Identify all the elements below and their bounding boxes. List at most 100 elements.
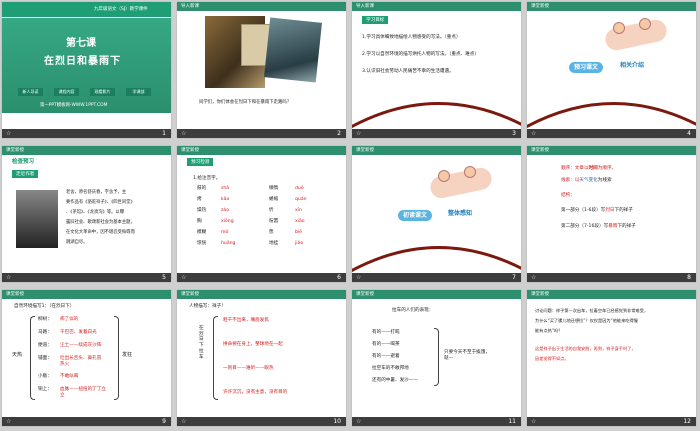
slide-1[interactable]: 九年级语文（SJ）教学课件 第七课 在烈日和暴雨下 新人导读 课程内容 观看影片…	[2, 2, 171, 138]
slide-7[interactable]: 课堂新授 初读课文 整体感知 ☆ 7	[352, 146, 521, 282]
slide-5[interactable]: 课堂新授 检查预习 走近作者 老舍，原名舒庆春，字舍予，主 要作品有《骆驼祥子》…	[2, 146, 171, 282]
structure-label: 结构：	[561, 193, 575, 198]
summary-note: 只要今天不至于挨饿，就—	[444, 350, 490, 361]
slide-number: 11	[508, 418, 516, 425]
star-icon: ☆	[6, 130, 12, 137]
bio-line: 露旧社会、歌颂新社会为基本主题，	[66, 220, 135, 225]
slide-4[interactable]: 课堂新授 预习课文 相关介绍 ☆ 4	[527, 2, 696, 138]
order-tail: 为顺序。	[597, 166, 617, 171]
pinyin: shā	[221, 186, 230, 191]
goal-2: 2.学习以自然环境的描写烘托人物的写法。（重点、难点）	[362, 52, 479, 57]
behavior-item: 有的——避着	[372, 354, 400, 359]
word: 烤	[197, 197, 202, 202]
slide-header: 课堂新授	[527, 2, 696, 11]
clue-label: 线索：以	[561, 178, 580, 183]
slide-10[interactable]: 课堂新授 人物描写：祥子！ 在烈日下拉车 咂干不出来，嘴唇发焦 拼命要在身上，整…	[177, 290, 346, 426]
test-tag: 预习检测	[187, 158, 214, 166]
author-photo	[16, 190, 58, 248]
pinyin: biē	[295, 230, 303, 235]
slide-footer: ☆ 2	[177, 129, 346, 138]
pinyin: kǎo	[221, 197, 230, 202]
word: 地挂	[269, 241, 279, 246]
slide-footer: ☆ 5	[2, 273, 171, 282]
word: 喧嚣	[269, 219, 279, 224]
kid-face-icon	[464, 166, 476, 178]
slide-header: 课堂新授	[177, 146, 346, 155]
star-icon: ☆	[181, 418, 187, 425]
slide-6[interactable]: 课堂新授 预习检测 1.给注音字。 鼓的 shā 懒惰 duò 烤 kǎo 蜷缩…	[177, 146, 346, 282]
part-1-label: 第一部分（1-6段）写	[561, 208, 606, 213]
clue-tail: 为线索	[597, 178, 612, 183]
right-brace	[114, 316, 119, 400]
item-value: 血脉——扭扭的丁丁立立	[60, 387, 106, 398]
star-icon: ☆	[356, 418, 362, 425]
bubble-overview: 整体感知	[448, 210, 473, 217]
behavior-item: 有的——打盹	[372, 330, 400, 335]
slide-number: 9	[162, 418, 166, 425]
question-line: 为什么“买了骡儿地还想拉”？仅仅是因为“他能来吃得慢	[535, 318, 638, 323]
slide-8[interactable]: 课堂新授 顺序：文章以时间为顺序。 线索：以天气变化为线索 结构： 第一部分（1…	[527, 146, 696, 282]
star-icon: ☆	[6, 274, 12, 281]
desc-item: 拼命要在身上，整球地在一起	[223, 342, 283, 347]
slide-number: 8	[687, 274, 691, 281]
question-line: 讨论问题：祥子第一次出车，拉着空车已经感觉到非常难受，	[535, 308, 649, 313]
part-1: 第一部分（1-6段）写烈日下的祥子	[561, 208, 633, 214]
star-icon: ☆	[181, 130, 187, 137]
slide-number: 6	[337, 274, 341, 281]
desc-item: 咂干不出来，嘴唇发焦	[223, 318, 269, 323]
slide-number: 2	[337, 130, 341, 137]
answer-line: 这是祥子出于生活的自我安慰，再到，祥子身手时了，	[535, 346, 636, 351]
order-key: 时间	[588, 166, 598, 171]
slide-9[interactable]: 课堂新授 自然环境描写1：（在烈日下） 天热 柳树： 病了似的 马路： 干巴巴、…	[2, 290, 171, 426]
slide-footer: ☆ 10	[177, 417, 346, 426]
btn-study[interactable]: 学课部	[126, 88, 151, 96]
item-value: 不敢吆喝	[60, 374, 79, 379]
slide-footer: ☆ 11	[352, 417, 521, 426]
diagram-title: 人物描写：祥子！	[189, 304, 226, 309]
site-label: 第一PPT模板网-WWW.1PPT.COM	[40, 103, 108, 108]
slide-footer: ☆ 9	[2, 417, 171, 426]
slide-header: 课堂新授	[2, 290, 171, 299]
answer-line: 因差觉得不如点。	[535, 356, 569, 361]
slide-11[interactable]: 课堂新授 拉车的人们的表现： 有的——打盹 有的——喝茶 有的——避着 拉空车的…	[352, 290, 521, 426]
behavior-item: 还有的中暑、发沙——	[372, 378, 418, 383]
word: 懒惰	[269, 186, 279, 191]
word: 模糊	[197, 230, 207, 235]
star-icon: ☆	[356, 130, 362, 137]
question-line: 能有点热”吗？	[535, 328, 563, 333]
item-label: 铺面：	[38, 356, 52, 361]
item-label: 马路：	[38, 330, 52, 335]
pinyin: zào	[221, 208, 230, 213]
kids-illustration	[603, 17, 669, 53]
slide-2[interactable]: 导入新课 同学们，你们体会在烈日下和在暴雨下走路吗？ ☆ 2	[177, 2, 346, 138]
pinyin: quán	[295, 197, 307, 202]
slide-number: 5	[162, 274, 166, 281]
pinyin: xiāo	[295, 219, 305, 224]
word: 憋	[269, 230, 274, 235]
slide-number: 12	[683, 418, 691, 425]
slide-3[interactable]: 导入新课 学习目标 1.学习具体细致地描绘人物感受的写法。（重点） 2.学习以自…	[352, 2, 521, 138]
item-label: 便道：	[38, 343, 52, 348]
part-2-label: 第二部分（7-16段）写	[561, 224, 609, 229]
slide-number: 10	[333, 418, 341, 425]
slide-header: 导入新课	[352, 2, 521, 11]
item-value: 干巴巴、发着白光	[60, 330, 97, 335]
word: 鼓的	[197, 186, 207, 191]
pinyin: mó	[221, 230, 229, 235]
bubble-read: 初读课文	[398, 210, 433, 222]
behavior-item: 有的——喝茶	[372, 342, 400, 347]
part-2-tail: 下的祥子	[617, 224, 636, 229]
btn-video[interactable]: 观看影片	[90, 88, 115, 96]
pinyin: jiǎo	[295, 241, 304, 246]
part-2: 第二部分（7-16段）写暴雨下的祥子	[561, 224, 636, 230]
btn-content[interactable]: 课程内容	[54, 88, 79, 96]
btn-intro[interactable]: 新人导读	[18, 88, 43, 96]
star-icon: ☆	[356, 274, 362, 281]
slide-12[interactable]: 课堂新授 讨论问题：祥子第一次出车，拉着空车已经感觉到非常难受， 为什么“买了骡…	[527, 290, 696, 426]
slide-header: 课堂新授	[177, 290, 346, 299]
slide-footer: ☆ 3	[352, 129, 521, 138]
item-label: 铜上：	[38, 387, 52, 392]
word: 忻	[269, 208, 274, 213]
storm-image	[264, 17, 322, 83]
item-label: 柳树：	[38, 317, 52, 322]
